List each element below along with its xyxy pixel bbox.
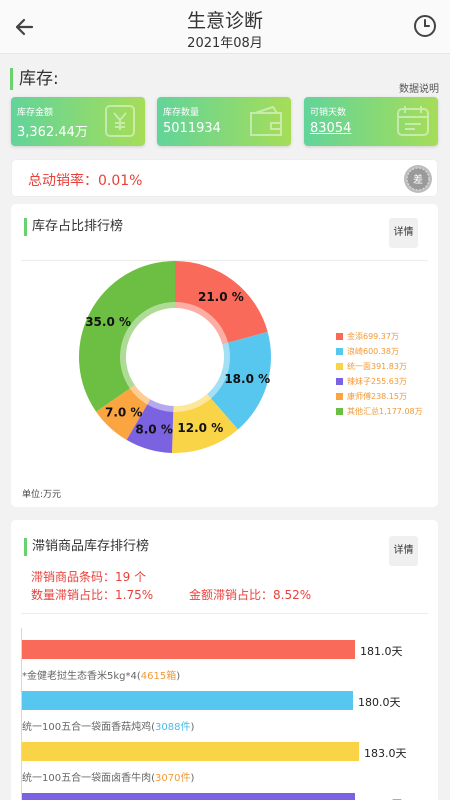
rating-badge-icon: 差 [403,164,433,194]
pie-slice-label: 21.0 % [198,290,244,304]
top-bar: 生意诊断 2021年08月 [0,0,450,54]
bar-item-name: 统一100五合一袋面卤香牛肉( [22,773,155,784]
stat-value: 5011934 [163,121,221,136]
inventory-heading: 库存: [10,68,59,90]
legend-item[interactable]: 统一面391.83万 [336,359,423,374]
legend-swatch [336,393,343,400]
stat-value: 83054 [310,121,352,136]
stat-value: 3,362.44万 [17,125,88,140]
slow-moving-detail-button[interactable]: 详情 [389,536,418,566]
bar-item-name: *金健老挝生态香米5kg*4( [22,671,141,682]
bar[interactable] [22,640,355,659]
legend-swatch [336,348,343,355]
bar-item-caption: 统一100五合一袋面香菇炖鸡(3088件) [22,718,194,733]
slow-qty-ratio: 数量滞销占比：1.75% [31,588,154,602]
bar-item-close: ) [176,671,181,682]
slow-moving-bar-list: 181.0天 *金健老挝生态香米5kg*4(4615箱) 180.0天统一100五合… [11,628,450,800]
legend-label: 辣妹子255.63万 [347,377,407,386]
legend-label: 浪崎600.38万 [347,347,399,356]
pie-slice-label: 8.0 % [135,423,172,437]
pie-slice-label: 7.0 % [105,405,142,419]
bar-value-label: 181.0天 [360,645,403,658]
clock-icon[interactable] [412,13,438,39]
chart-legend: 金添699.37万 浪崎600.38万 统一面391.83万 辣妹子255.63万 康师… [336,329,423,419]
legend-swatch [336,378,343,385]
bar-item-name: 统一100五合一袋面香菇炖鸡( [22,722,155,733]
legend-swatch [336,408,343,415]
money-icon [101,103,139,139]
slow-moving-heading: 滞销商品库存排行榜 [24,538,149,556]
data-description-link[interactable]: 数据说明 [399,80,439,95]
inventory-share-card: 库存占比排行榜 详情 21.0 % 18.0 % 12.0 % 8.0 % 7.0 % 3… [11,204,438,507]
bar-value-label: 180.0天 [358,696,401,709]
sellable-days-card[interactable]: 可销天数 83054 [304,97,438,146]
inventory-amount-card[interactable]: 库存金额 3,362.44万 [11,97,145,146]
stat-label: 库存数量 [163,108,200,118]
legend-swatch [336,333,343,340]
bar-item-quantity: 3088件 [155,722,191,733]
legend-label: 其他汇总1,177.08万 [347,407,423,416]
legend-item[interactable]: 辣妹子255.63万 [336,374,423,389]
pie-slice-label: 12.0 % [177,421,223,435]
rating-badge-text: 差 [413,173,423,186]
bar-item-quantity: 3070件 [155,773,191,784]
unit-label: 单位:万元 [22,490,62,500]
legend-label: 金添699.37万 [347,332,399,341]
bar[interactable] [22,793,355,800]
bar-item-close: ) [190,773,195,784]
wallet-icon [247,103,285,139]
slow-amount-ratio: 金额滞销占比：8.52% [189,588,312,602]
page-title: 生意诊断 [186,10,263,32]
legend-swatch [336,363,343,370]
sell-rate-card: 总动销率：0.01% 差 [11,159,438,197]
bar-item-quantity: 4615箱 [140,671,177,682]
page-subtitle-month[interactable]: 2021年08月 [0,32,450,51]
bar-item-caption: 统一100五合一袋面卤香牛肉(3070件) [22,769,194,784]
calendar-icon [394,103,432,139]
bar[interactable] [22,742,359,761]
legend-item[interactable]: 其他汇总1,177.08万 [336,404,423,419]
bar[interactable] [22,691,353,710]
bar-value-label: 183.0天 [364,747,407,760]
inventory-quantity-card[interactable]: 库存数量 5011934 [157,97,291,146]
legend-label: 康师傅238.15万 [347,392,407,401]
bar-item-close: ) [190,722,195,733]
legend-label: 统一面391.83万 [347,362,407,371]
slow-sku-count: 滞销商品条码：19 个 [31,570,147,584]
sell-rate-text: 总动销率：0.01% [28,173,143,189]
bar-item-caption: *金健老挝生态香米5kg*4(4615箱) [22,667,180,682]
pie-slice-label: 35.0 % [85,315,131,329]
divider [21,613,428,614]
legend-item[interactable]: 康师傅238.15万 [336,389,423,404]
stat-label: 库存金额 [17,108,54,118]
legend-item[interactable]: 金添699.37万 [336,329,423,344]
bar-value-label: 181.0天 [360,796,403,800]
stat-label: 可销天数 [310,108,347,118]
legend-item[interactable]: 浪崎600.38万 [336,344,423,359]
pie-slice-label: 18.0 % [224,372,270,386]
